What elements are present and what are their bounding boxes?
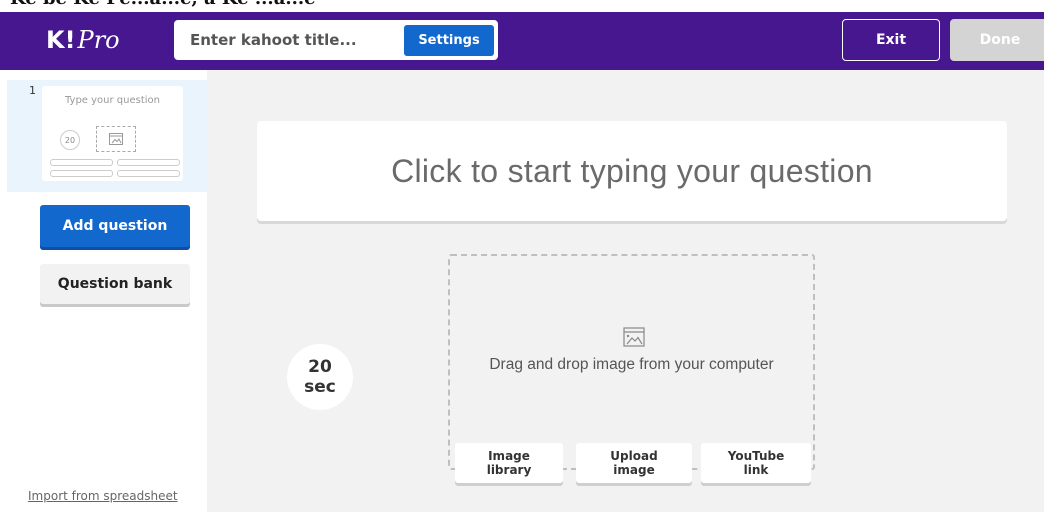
cropped-caption-text: Ke bē Ke Pe...a...e, a Ke ...a...e xyxy=(10,0,316,9)
kahoot-title-input[interactable] xyxy=(174,20,394,60)
image-icon xyxy=(109,133,123,145)
import-spreadsheet-link[interactable]: Import from spreadsheet xyxy=(28,489,178,503)
thumb-answer-3 xyxy=(50,170,113,177)
media-drop-zone[interactable]: Drag and drop image from your computer I… xyxy=(448,254,815,483)
slide-item-1[interactable]: 1 Type your question 20 xyxy=(7,80,207,192)
logo-k: K! xyxy=(46,26,76,54)
sidebar: 1 Type your question 20 Add question Que… xyxy=(0,70,207,512)
add-question-button[interactable]: Add question xyxy=(40,205,190,247)
timer-unit: sec xyxy=(304,377,336,397)
exit-button[interactable]: Exit xyxy=(842,19,940,61)
media-drop-text: Drag and drop image from your computer xyxy=(489,356,774,373)
thumb-answer-4 xyxy=(117,170,180,177)
image-icon xyxy=(623,327,645,347)
question-placeholder: Click to start typing your question xyxy=(391,152,873,189)
slide-thumbnail[interactable]: Type your question 20 xyxy=(42,86,183,181)
logo-pro: Pro xyxy=(77,26,120,54)
slide-number: 1 xyxy=(29,84,36,97)
thumb-answer-2 xyxy=(117,159,180,166)
youtube-link-button[interactable]: YouTube link xyxy=(701,443,811,483)
image-library-button[interactable]: Image library xyxy=(455,443,563,483)
thumb-answer-1 xyxy=(50,159,113,166)
thumb-image-placeholder xyxy=(96,126,136,152)
timer-value: 20 xyxy=(308,357,332,377)
thumb-question: Type your question xyxy=(64,95,160,106)
title-box: Settings xyxy=(174,20,498,60)
top-bar: K!Pro Settings Exit Done xyxy=(0,12,1044,70)
upload-image-button[interactable]: Upload image xyxy=(576,443,692,483)
question-bank-button[interactable]: Question bank xyxy=(40,264,190,304)
time-limit-button[interactable]: 20 sec xyxy=(287,344,353,410)
thumb-timer: 20 xyxy=(60,130,80,150)
cropped-caption: Ke bē Ke Pe...a...e, a Ke ...a...e xyxy=(0,0,1044,12)
question-input[interactable]: Click to start typing your question xyxy=(257,121,1007,221)
done-button[interactable]: Done xyxy=(950,19,1044,61)
kahoot-pro-logo[interactable]: K!Pro xyxy=(46,28,120,52)
settings-button[interactable]: Settings xyxy=(404,25,494,56)
